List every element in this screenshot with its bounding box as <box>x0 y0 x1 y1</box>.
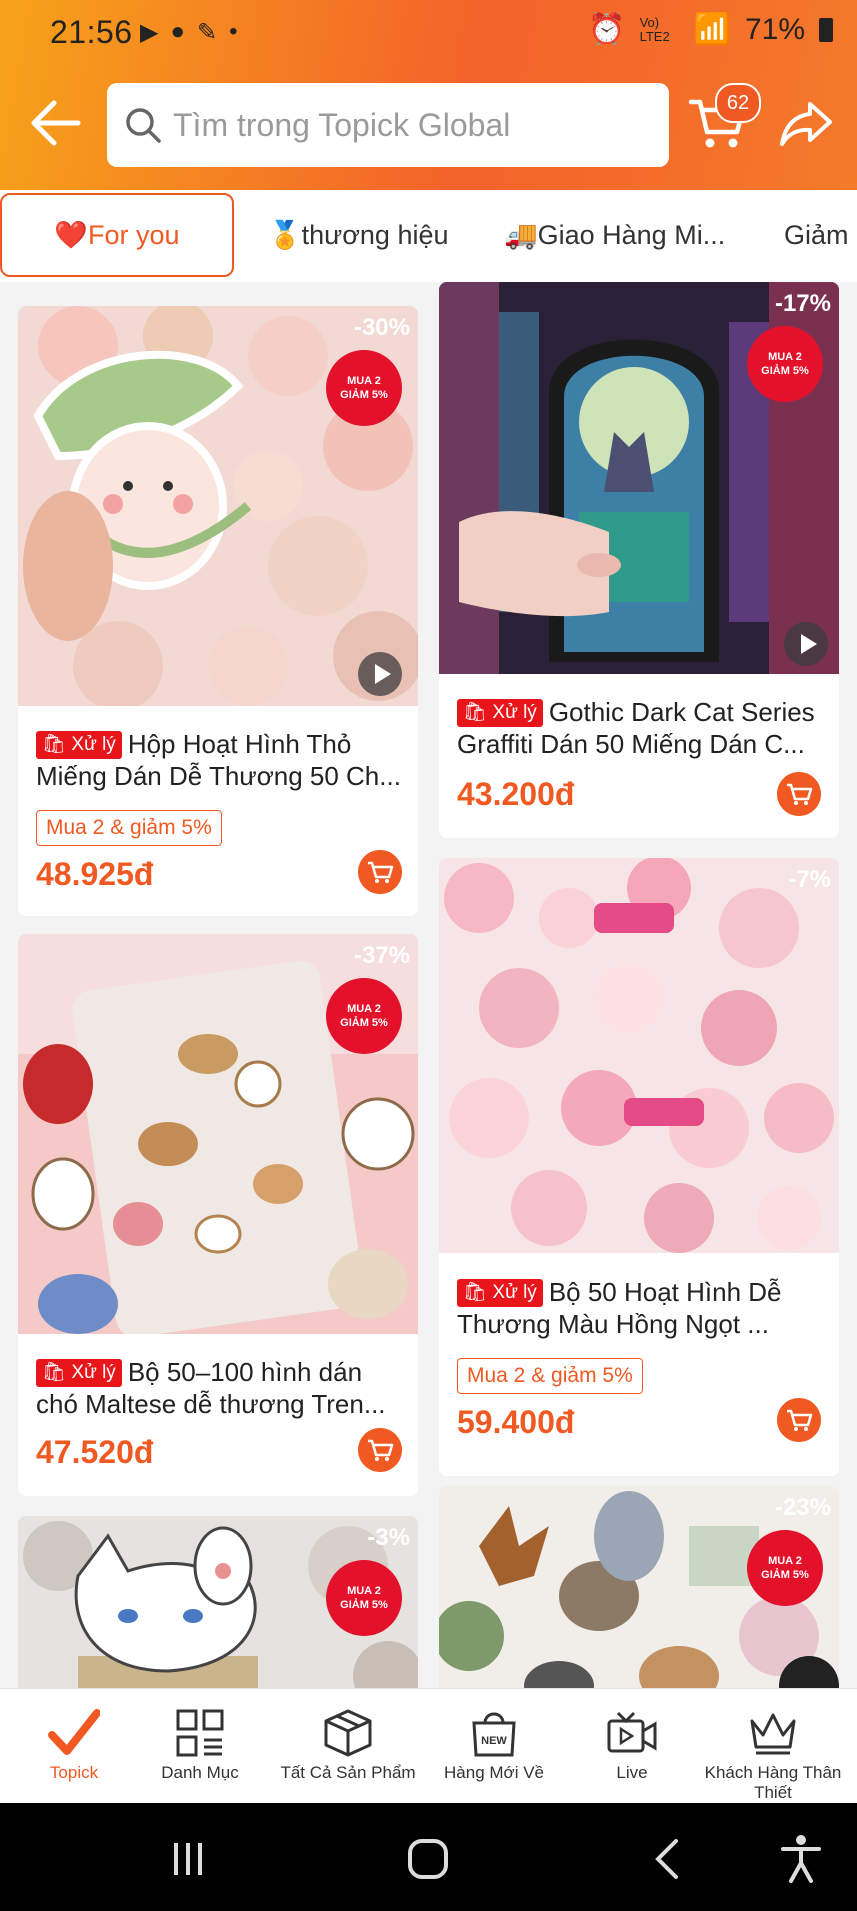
bottom-navigation: Topick Danh Mục Tất Cả Sản Phẩm NEW Hàng… <box>0 1688 857 1804</box>
recent-apps-icon[interactable] <box>168 1839 208 1879</box>
product-price: 43.200đ <box>457 776 575 812</box>
dot-icon: • <box>229 18 238 45</box>
share-icon[interactable] <box>778 96 834 152</box>
app-header: 21:56 ▶ ● ✎ • ⏰ Vo) LTE2 📶 71% Tìm trong… <box>0 0 857 190</box>
add-to-cart-icon[interactable] <box>777 772 821 816</box>
account-icon: ● <box>170 18 185 45</box>
product-title: 🛍 Xử lý Gothic Dark Cat Series Graffiti D… <box>457 697 815 759</box>
status-time: 21:56 <box>50 14 133 50</box>
product-card[interactable]: -23% MUA 2 GIẢM 5% <box>439 1486 839 1688</box>
add-to-cart-icon[interactable] <box>358 1428 402 1472</box>
cart-count-badge: 62 <box>715 83 761 123</box>
discount-label: -7% <box>788 866 831 893</box>
nav-loyal-customers[interactable]: Khách Hàng Thân Thiết <box>704 1689 842 1804</box>
promo-badge: MUA 2 GIẢM 5% <box>326 1560 402 1636</box>
product-card[interactable]: -7% 🛍 Xử lý Bộ 50 Hoạt Hình Dễ Thương Màu… <box>439 858 839 1476</box>
category-tabs: ❤️For you 🏅thương hiệu 🚚Giao Hàng Mi... … <box>0 190 857 282</box>
promo-badge: MUA 2 GIẢM 5% <box>747 326 823 402</box>
add-to-cart-icon[interactable] <box>358 850 402 894</box>
home-icon[interactable] <box>406 1837 450 1881</box>
promo-badge: MUA 2 GIẢM 5% <box>326 978 402 1054</box>
alarm-icon: ⏰ <box>588 13 626 46</box>
svg-text:NEW: NEW <box>481 1735 507 1747</box>
accessibility-icon[interactable] <box>778 1833 824 1883</box>
product-image <box>439 858 839 1253</box>
processing-badge: 🛍 Xử lý <box>36 731 122 759</box>
tab-discount[interactable]: Giảm G <box>784 193 857 277</box>
new-bag-icon: NEW <box>472 1712 516 1757</box>
status-bar: 21:56 ▶ ● ✎ • ⏰ Vo) LTE2 📶 71% <box>0 0 857 66</box>
search-icon <box>126 108 161 143</box>
processing-badge: 🛍 Xử lý <box>36 1359 122 1387</box>
nav-all-products[interactable]: Tất Cả Sản Phẩm <box>268 1689 428 1804</box>
bulk-discount-tag: Mua 2 & giảm 5% <box>457 1358 643 1394</box>
crown-icon <box>750 1713 796 1755</box>
nav-new-arrivals[interactable]: NEW Hàng Mới Về <box>432 1689 556 1804</box>
search-row: Tìm trong Topick Global 62 <box>0 80 857 170</box>
live-tv-icon <box>607 1711 657 1753</box>
promo-badge: MUA 2 GIẢM 5% <box>747 1530 823 1606</box>
system-back-icon[interactable] <box>652 1837 682 1881</box>
product-price: 59.400đ <box>457 1404 575 1440</box>
product-card[interactable]: -30% MUA 2 GIẢM 5% 🛍 Xử lý Hộp Hoạt Hình T… <box>18 306 418 916</box>
processing-badge: 🛍 Xử lý <box>457 1279 543 1307</box>
battery-level: 71% <box>744 12 805 46</box>
discount-label: -30% <box>353 314 410 341</box>
discount-label: -17% <box>774 290 831 317</box>
processing-badge: 🛍 Xử lý <box>457 699 543 727</box>
system-navigation-bar <box>0 1803 857 1911</box>
product-card[interactable]: -17% MUA 2 GIẢM 5% 🛍 Xử lý Gothic Dark Cat… <box>439 282 839 838</box>
tab-for-you[interactable]: ❤️For you <box>0 193 234 277</box>
discount-label: -23% <box>774 1494 831 1521</box>
bulk-discount-tag: Mua 2 & giảm 5% <box>36 810 222 846</box>
notification-icons: ▶ ● ✎ • <box>140 18 237 47</box>
back-arrow-icon[interactable] <box>28 98 82 148</box>
tab-fast-delivery[interactable]: 🚚Giao Hàng Mi... <box>504 193 725 277</box>
product-price: 47.520đ <box>36 1434 154 1470</box>
product-price: 48.925đ <box>36 856 154 892</box>
product-title: 🛍 Xử lý Bộ 50–100 hình dán chó Maltese dễ… <box>36 1357 386 1419</box>
nav-topick[interactable]: Topick <box>12 1689 136 1804</box>
play-video-icon[interactable] <box>358 652 402 696</box>
add-to-cart-icon[interactable] <box>777 1398 821 1442</box>
product-card[interactable]: -3% MUA 2 GIẢM 5% <box>18 1516 418 1688</box>
discount-label: -3% <box>367 1524 410 1551</box>
network-label: Vo) LTE2 <box>639 14 670 44</box>
signal-icon: 📶 <box>693 13 731 46</box>
tab-brands[interactable]: 🏅thương hiệu <box>268 193 449 277</box>
box-icon <box>324 1709 372 1757</box>
play-video-icon[interactable] <box>784 622 828 666</box>
grid-icon <box>176 1709 224 1757</box>
check-icon <box>48 1709 100 1755</box>
product-feed: -30% MUA 2 GIẢM 5% 🛍 Xử lý Hộp Hoạt Hình T… <box>0 282 857 1688</box>
battery-icon <box>819 17 833 42</box>
product-title: 🛍 Xử lý Bộ 50 Hoạt Hình Dễ Thương Màu Hồn… <box>457 1277 782 1339</box>
search-input[interactable]: Tìm trong Topick Global <box>107 83 669 167</box>
brush-icon: ✎ <box>196 19 218 46</box>
search-placeholder: Tìm trong Topick Global <box>173 106 511 143</box>
nav-live[interactable]: Live <box>570 1689 694 1804</box>
video-icon: ▶ <box>140 19 159 46</box>
product-card[interactable]: -37% MUA 2 GIẢM 5% 🛍 Xử lý Bộ 50–100 hình … <box>18 934 418 1496</box>
promo-badge: MUA 2 GIẢM 5% <box>326 350 402 426</box>
product-title: 🛍 Xử lý Hộp Hoạt Hình Thỏ Miếng Dán Dễ Th… <box>36 729 401 791</box>
nav-categories[interactable]: Danh Mục <box>138 1689 262 1804</box>
discount-label: -37% <box>353 942 410 969</box>
